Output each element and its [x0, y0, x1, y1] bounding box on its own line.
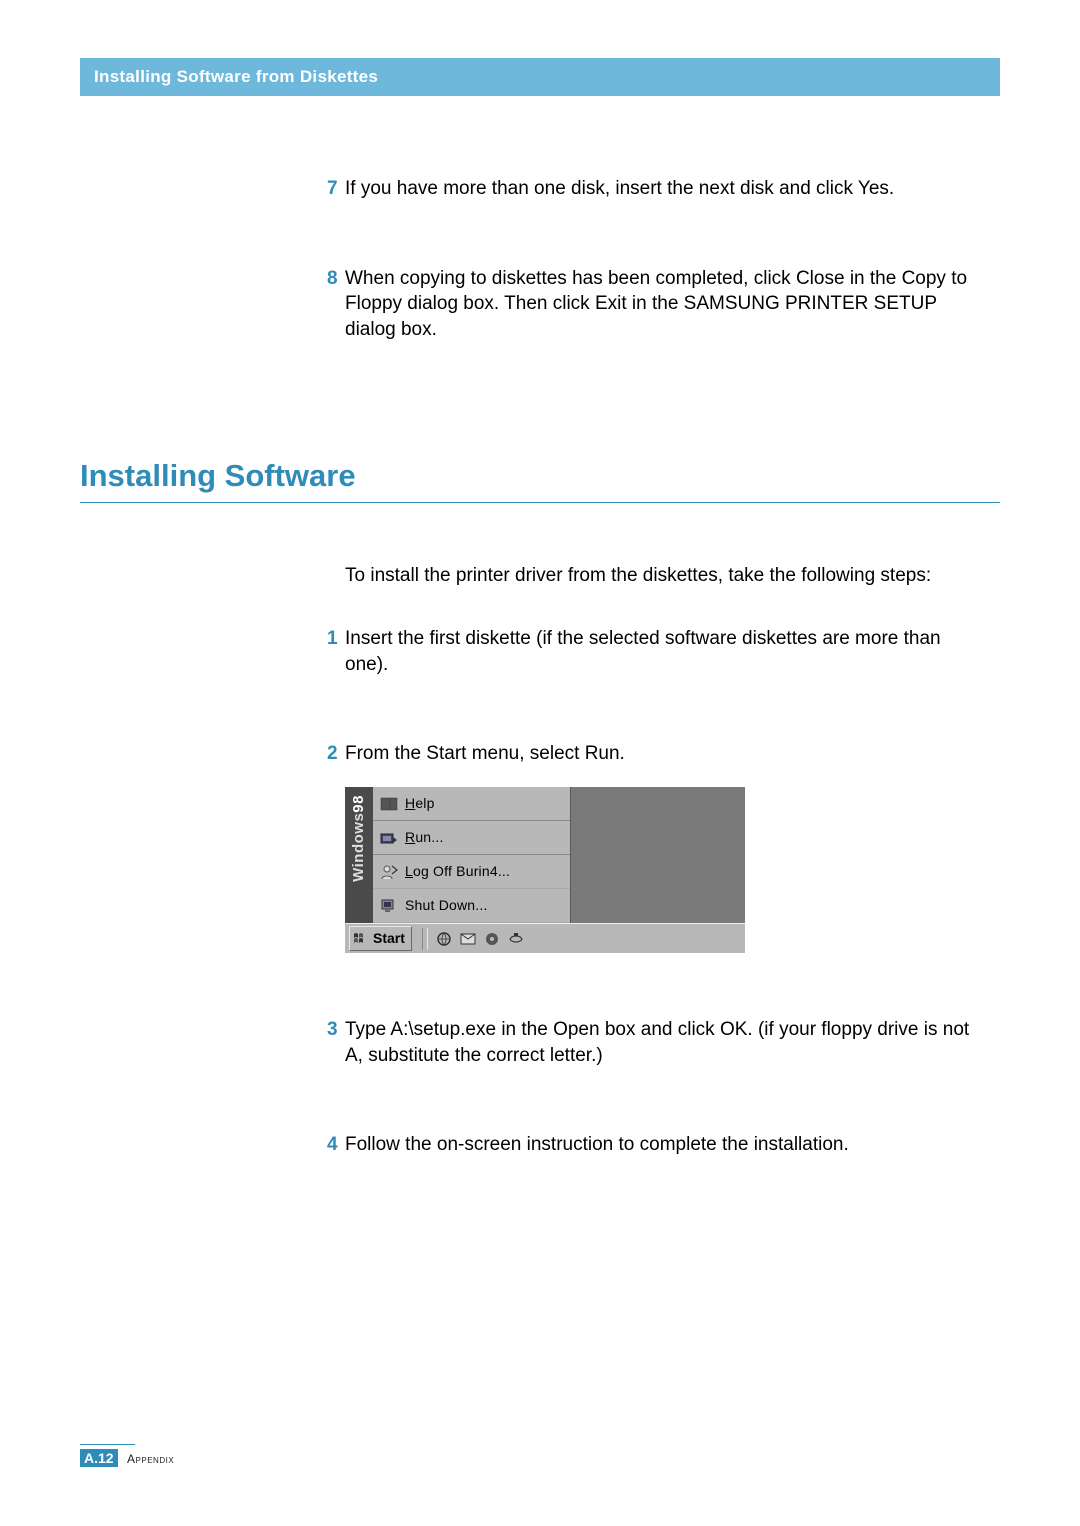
menu-item-help-label: Help — [405, 794, 435, 813]
step-number: 2 — [327, 741, 338, 767]
step-number: 7 — [327, 176, 338, 202]
step-number: 8 — [327, 266, 338, 292]
step-item: 7 If you have more than one disk, insert… — [345, 176, 980, 202]
step-text: When copying to diskettes has been compl… — [345, 268, 967, 340]
intro-paragraph: To install the printer driver from the d… — [345, 563, 980, 589]
footer-label: Appendix — [127, 1452, 174, 1466]
step-text: Type A:\setup.exe in the Open box and cl… — [345, 1019, 969, 1066]
content-area: To install the printer driver from the d… — [80, 563, 1000, 1158]
tray-mail-icon — [458, 930, 478, 948]
step-text: If you have more than one disk, insert t… — [345, 178, 894, 199]
taskbar-separator — [422, 928, 428, 950]
section-header-bar: Installing Software from Diskettes — [80, 58, 1000, 96]
step-number: 4 — [327, 1132, 338, 1158]
step-item: 2 From the Start menu, select Run. — [345, 741, 980, 767]
content-area: 7 If you have more than one disk, insert… — [80, 176, 1000, 343]
step-number: 1 — [327, 626, 338, 652]
run-icon — [379, 829, 399, 847]
step-number: 3 — [327, 1017, 338, 1043]
step-text: Follow the on-screen instruction to comp… — [345, 1134, 849, 1155]
taskbar: Start — [345, 923, 745, 953]
intro-text: To install the printer driver from the d… — [345, 565, 931, 586]
document-page: Installing Software from Diskettes 7 If … — [0, 0, 1080, 1158]
step-item: 4 Follow the on-screen instruction to co… — [345, 1132, 980, 1158]
menu-item-shutdown-label: Shut Down... — [405, 896, 488, 915]
start-button: Start — [349, 926, 412, 951]
shutdown-icon — [379, 897, 399, 915]
menu-row-run: Windows98 Run... — [345, 821, 570, 855]
page-section-badge: A.12 — [80, 1449, 118, 1467]
step-text: Insert the first diskette (if the select… — [345, 628, 941, 675]
start-button-label: Start — [373, 929, 405, 948]
menu-item-run-label: Run... — [405, 828, 444, 847]
step-item: 1 Insert the first diskette (if the sele… — [345, 626, 980, 677]
tray-desktop-icon — [506, 930, 526, 948]
desktop-area — [571, 787, 745, 923]
windows-flag-icon — [353, 932, 369, 946]
menu-item-logoff-label: Log Off Burin4... — [405, 862, 510, 881]
menu-row-shutdown: Shut Down... — [345, 889, 570, 923]
step-item: 8 When copying to diskettes has been com… — [345, 266, 980, 343]
tray-channel-icon — [482, 930, 502, 948]
start-menu-figure: Help Windows98 Run... — [345, 787, 745, 953]
windows-brand-text: Windows98 — [349, 795, 369, 882]
logoff-icon — [379, 863, 399, 881]
footer-rule — [80, 1444, 135, 1445]
section-header-title: Installing Software from Diskettes — [94, 67, 378, 86]
section-heading: Installing Software — [80, 458, 1000, 503]
tray-ie-icon — [434, 930, 454, 948]
menu-row-logoff: Log Off Burin4... — [345, 855, 570, 889]
step-item: 3 Type A:\setup.exe in the Open box and … — [345, 1017, 980, 1068]
page-footer: A.12 Appendix — [80, 1444, 174, 1468]
help-icon — [379, 795, 399, 813]
menu-row-help: Help — [345, 787, 570, 821]
step-text: From the Start menu, select Run. — [345, 743, 625, 764]
start-menu: Help Windows98 Run... — [345, 787, 571, 923]
